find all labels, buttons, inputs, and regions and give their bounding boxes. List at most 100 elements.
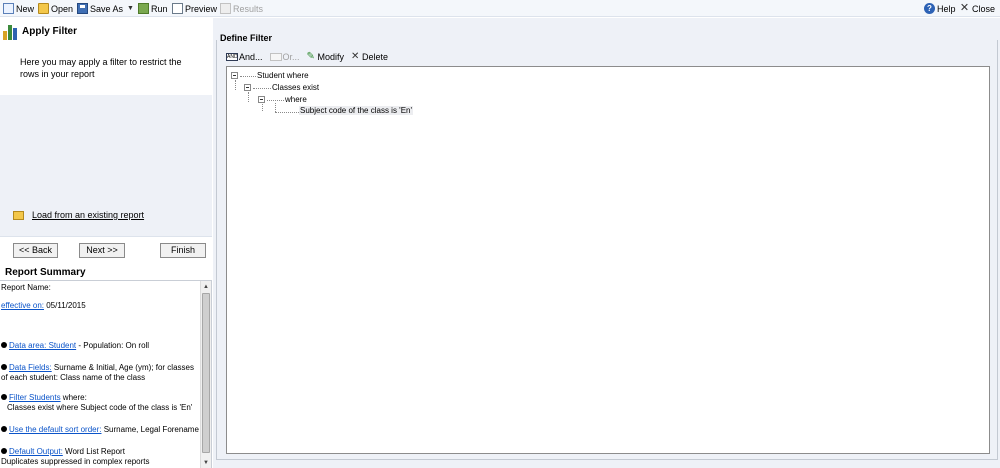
filter-students-row: Filter Students where:: [1, 393, 199, 403]
summary-scrollbar[interactable]: ▲ ▼: [200, 281, 211, 468]
tree-node-classes-exist[interactable]: Classes exist: [272, 83, 319, 92]
or-icon: [269, 53, 282, 61]
main-toolbar: New Open Save As ▼ Run Preview Results ?…: [0, 0, 1000, 17]
help-icon: ?: [924, 3, 935, 14]
tree-node-subject-code-condition[interactable]: Subject code of the class is 'En': [299, 106, 414, 115]
define-filter-title: Define Filter: [220, 33, 273, 43]
report-name-label: Report Name:: [1, 283, 51, 292]
tree-node-student-where[interactable]: Student where: [257, 71, 309, 80]
effective-on-row: effective on: 05/11/2015: [1, 301, 199, 311]
wizard-step-header: Apply Filter Here you may apply a filter…: [0, 18, 212, 95]
effective-on-value: 05/11/2015: [44, 301, 86, 310]
new-document-icon: [3, 3, 14, 14]
filter-wizard-icon: [3, 24, 18, 40]
preview-button[interactable]: Preview: [172, 2, 217, 15]
data-fields-row: Data Fields: Surname & Initial, Age (ym)…: [1, 363, 199, 383]
help-button[interactable]: ? Help: [924, 2, 956, 15]
filter-tree[interactable]: Student where Classes exist where Subjec…: [226, 66, 990, 454]
tree-connector: [235, 80, 236, 90]
page-title: Apply Filter: [22, 26, 78, 37]
caret-down-icon: ▼: [127, 5, 134, 12]
default-output-value: Word List Report: [62, 447, 125, 456]
report-summary-panel: Report Name: effective on: 05/11/2015 Da…: [0, 280, 212, 468]
data-area-row: Data area: Student - Population: On roll: [1, 341, 199, 351]
new-button[interactable]: New: [3, 2, 34, 15]
step-description: Here you may apply a filter to restrict …: [20, 57, 182, 79]
tree-connector: [275, 103, 276, 112]
run-button[interactable]: Run: [138, 2, 168, 15]
collapse-icon[interactable]: [258, 96, 265, 103]
run-label: Run: [151, 3, 168, 14]
or-button[interactable]: Or...: [269, 52, 300, 62]
results-label: Results: [233, 3, 264, 14]
sort-order-link[interactable]: Use the default sort order:: [9, 425, 102, 434]
tree-connector: [262, 104, 263, 111]
modify-label: Modify: [317, 52, 345, 62]
open-button[interactable]: Open: [38, 2, 73, 15]
tree-connector: [267, 100, 284, 101]
filter-students-link[interactable]: Filter Students: [9, 393, 61, 402]
bullet-icon: [1, 394, 7, 400]
save-as-button[interactable]: Save As: [77, 2, 123, 15]
scroll-up-icon[interactable]: ▲: [201, 282, 211, 292]
delete-icon: ✕: [351, 51, 360, 62]
and-button[interactable]: AND And...: [226, 52, 263, 62]
folder-icon: [13, 210, 24, 220]
tree-connector: [240, 76, 256, 77]
scrollbar-thumb[interactable]: [202, 293, 210, 453]
scroll-down-icon[interactable]: ▼: [201, 458, 211, 468]
delete-button[interactable]: ✕ Delete: [351, 51, 389, 63]
filter-students-value: where:: [60, 393, 87, 402]
help-label: Help: [937, 3, 956, 14]
bullet-icon: [1, 448, 7, 454]
tree-node-where[interactable]: where: [285, 95, 307, 104]
bullet-icon: [1, 426, 7, 432]
filter-toolbar: AND And... Or... ✎ Modify ✕ Delete: [226, 50, 395, 64]
data-area-value: - Population: On roll: [76, 341, 150, 350]
pencil-icon: ✎: [306, 51, 315, 62]
effective-on-link[interactable]: effective on:: [1, 301, 44, 310]
report-summary-title: Report Summary: [5, 267, 86, 278]
tree-connector: [253, 88, 271, 89]
run-icon: [138, 3, 149, 14]
load-existing-report[interactable]: Load from an existing report: [13, 210, 144, 220]
save-as-label: Save As: [90, 3, 124, 14]
new-label: New: [16, 3, 35, 14]
close-button[interactable]: ✕ Close: [959, 2, 995, 15]
tree-connector: [275, 112, 299, 113]
default-output-row: Default Output: Word List Report: [1, 447, 199, 457]
results-button[interactable]: Results: [220, 2, 263, 15]
output-detail: Duplicates suppressed in complex reports: [1, 457, 150, 466]
modify-button[interactable]: ✎ Modify: [306, 51, 345, 63]
sort-order-value: Surname, Legal Forename: [101, 425, 199, 434]
and-icon: AND: [226, 53, 238, 61]
tree-connector: [248, 92, 249, 102]
collapse-icon[interactable]: [231, 72, 238, 79]
data-fields-link[interactable]: Data Fields:: [9, 363, 52, 372]
and-label: And...: [239, 52, 263, 62]
bullet-icon: [1, 342, 7, 348]
save-icon: [77, 3, 88, 14]
close-label: Close: [972, 3, 996, 14]
bullet-icon: [1, 364, 7, 370]
results-icon: [220, 3, 231, 14]
finish-button[interactable]: Finish: [160, 243, 206, 258]
report-summary-content: Report Name: effective on: 05/11/2015 Da…: [1, 283, 199, 467]
close-icon: ✕: [959, 2, 970, 14]
save-as-dropdown[interactable]: ▼: [127, 2, 134, 15]
load-existing-report-link[interactable]: Load from an existing report: [32, 210, 144, 220]
wizard-step-panel: Apply Filter Here you may apply a filter…: [0, 18, 212, 236]
back-button[interactable]: << Back: [13, 243, 58, 258]
sort-order-row: Use the default sort order: Surname, Leg…: [1, 425, 199, 435]
or-label: Or...: [282, 52, 300, 62]
filter-detail: Classes exist where Subject code of the …: [7, 403, 193, 412]
next-button[interactable]: Next >>: [79, 243, 125, 258]
wizard-nav: << Back Next >> Finish: [0, 236, 212, 265]
collapse-icon[interactable]: [244, 84, 251, 91]
preview-icon: [172, 3, 183, 14]
default-output-link[interactable]: Default Output:: [9, 447, 63, 456]
folder-open-icon: [38, 3, 49, 14]
open-label: Open: [51, 3, 74, 14]
delete-label: Delete: [362, 52, 389, 62]
data-area-link[interactable]: Data area: Student: [9, 341, 76, 350]
